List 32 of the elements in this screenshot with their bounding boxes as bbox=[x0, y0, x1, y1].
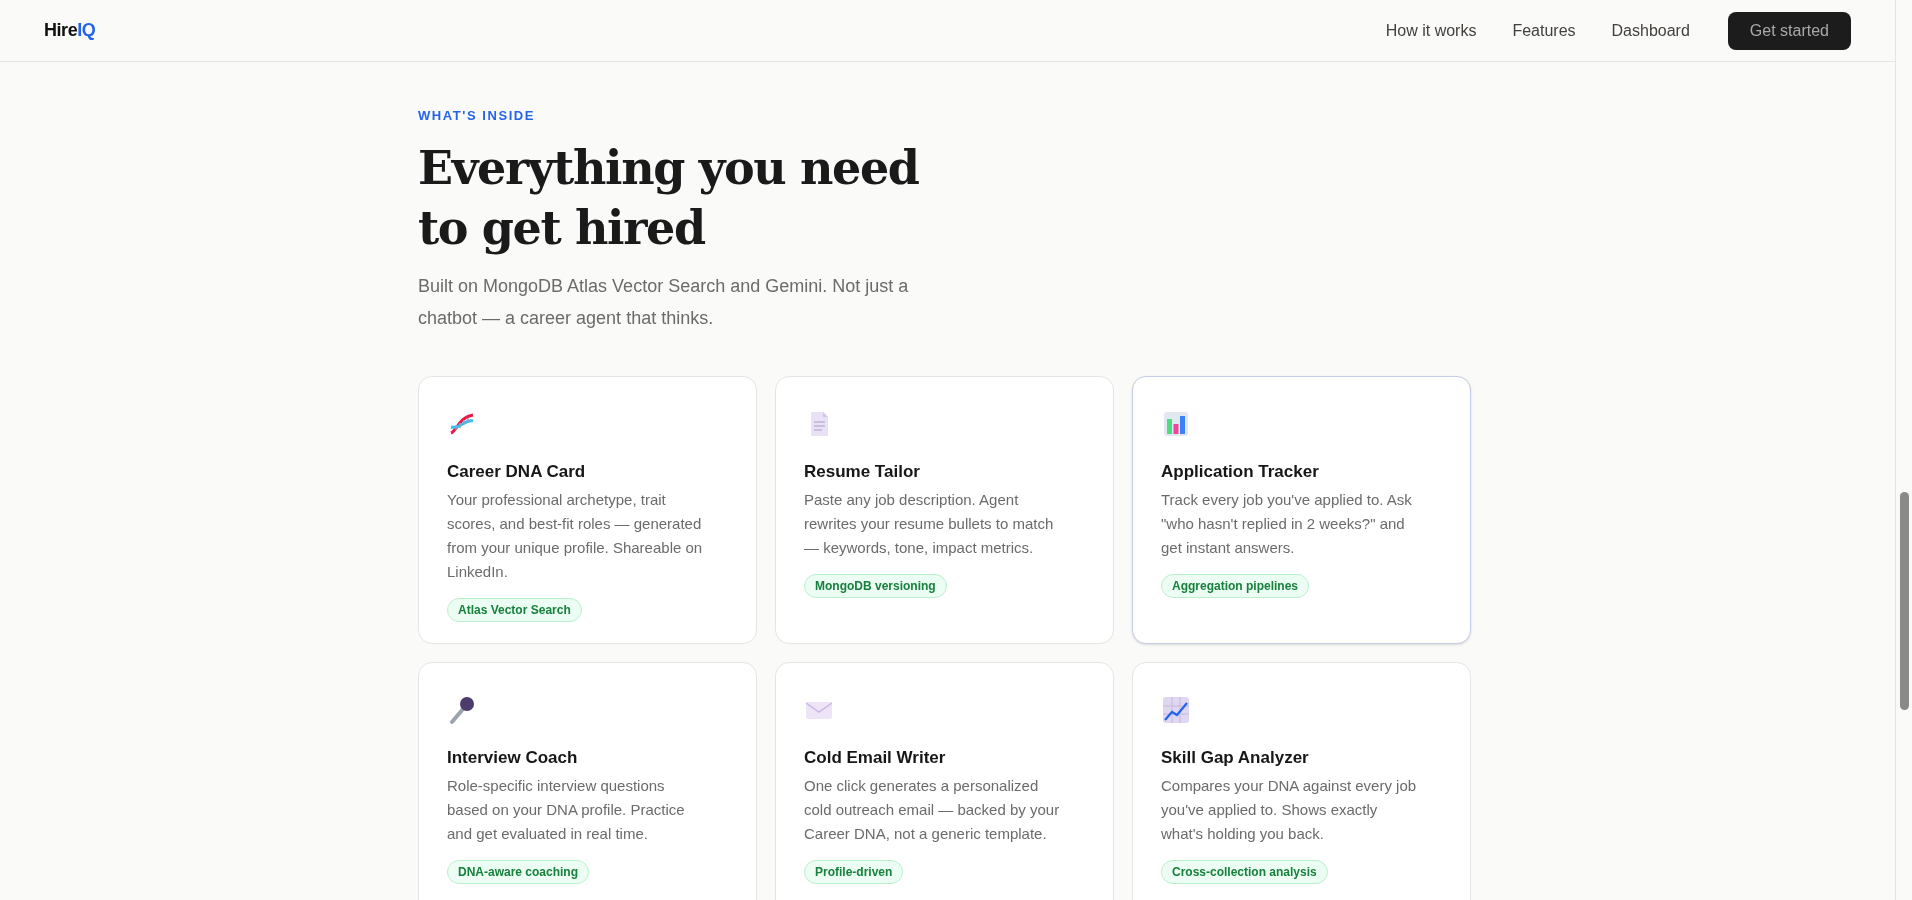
nav-link[interactable]: Features bbox=[1512, 18, 1576, 43]
scrollbar-thumb[interactable] bbox=[1899, 492, 1909, 710]
feature-description: One click generates a personalized cold outreach email — backed by your Career DNA, not a generic template. bbox=[804, 776, 1061, 844]
section-subtitle: chatbot — a career agent that thinks. bbox=[418, 306, 714, 330]
feature-title: Career DNA Card bbox=[447, 460, 586, 483]
feature-description: Compares your DNA against every job you've applied to. Shows exactly what's holding you back. bbox=[1161, 776, 1418, 844]
feature-description: Paste any job description. Agent rewrites your resume bullets to match — keywords, tone, impact metrics. bbox=[804, 490, 1055, 558]
feature-description: Track every job you've applied to. Ask "who hasn't replied in 2 weeks?" and get instant answers. bbox=[1161, 490, 1413, 558]
feature-tag: Atlas Vector Search bbox=[447, 598, 582, 622]
feature-title: Cold Email Writer bbox=[804, 746, 946, 769]
feature-title: Resume Tailor bbox=[804, 460, 920, 483]
section-eyebrow: WHAT'S INSIDE bbox=[418, 107, 536, 125]
feature-description: Your professional archetype, trait scores, and best-fit roles — generated from your unique profile. Shareable on LinkedIn. bbox=[447, 490, 704, 582]
feature-description: Role-specific interview questions based on your DNA profile. Practice and get evaluated in real time. bbox=[447, 776, 686, 844]
trend-chart-icon bbox=[1161, 694, 1191, 725]
feature-title: Interview Coach bbox=[447, 746, 578, 769]
scrollbar[interactable] bbox=[1895, 0, 1912, 900]
logo[interactable]: HireIQ bbox=[44, 17, 96, 44]
feature-tag: MongoDB versioning bbox=[804, 574, 947, 598]
section-heading: Everything you need bbox=[418, 139, 919, 197]
feature-tag: DNA-aware coaching bbox=[447, 860, 590, 884]
section-subtitle: Built on MongoDB Atlas Vector Search and Gemini. Not just a bbox=[418, 274, 909, 298]
section-heading: to get hired bbox=[418, 199, 705, 257]
feature-tag: Profile-driven bbox=[804, 860, 904, 884]
feature-tag: Aggregation pipelines bbox=[1161, 574, 1309, 598]
get-started-button[interactable]: Get started bbox=[1727, 11, 1851, 50]
nav-link[interactable]: How it works bbox=[1385, 18, 1477, 43]
feature-title: Skill Gap Analyzer bbox=[1161, 746, 1309, 769]
microphone-icon bbox=[447, 694, 477, 725]
nav-link[interactable]: Dashboard bbox=[1611, 18, 1690, 43]
feature-tag: Cross-collection analysis bbox=[1161, 860, 1328, 884]
feature-title: Application Tracker bbox=[1161, 460, 1319, 483]
